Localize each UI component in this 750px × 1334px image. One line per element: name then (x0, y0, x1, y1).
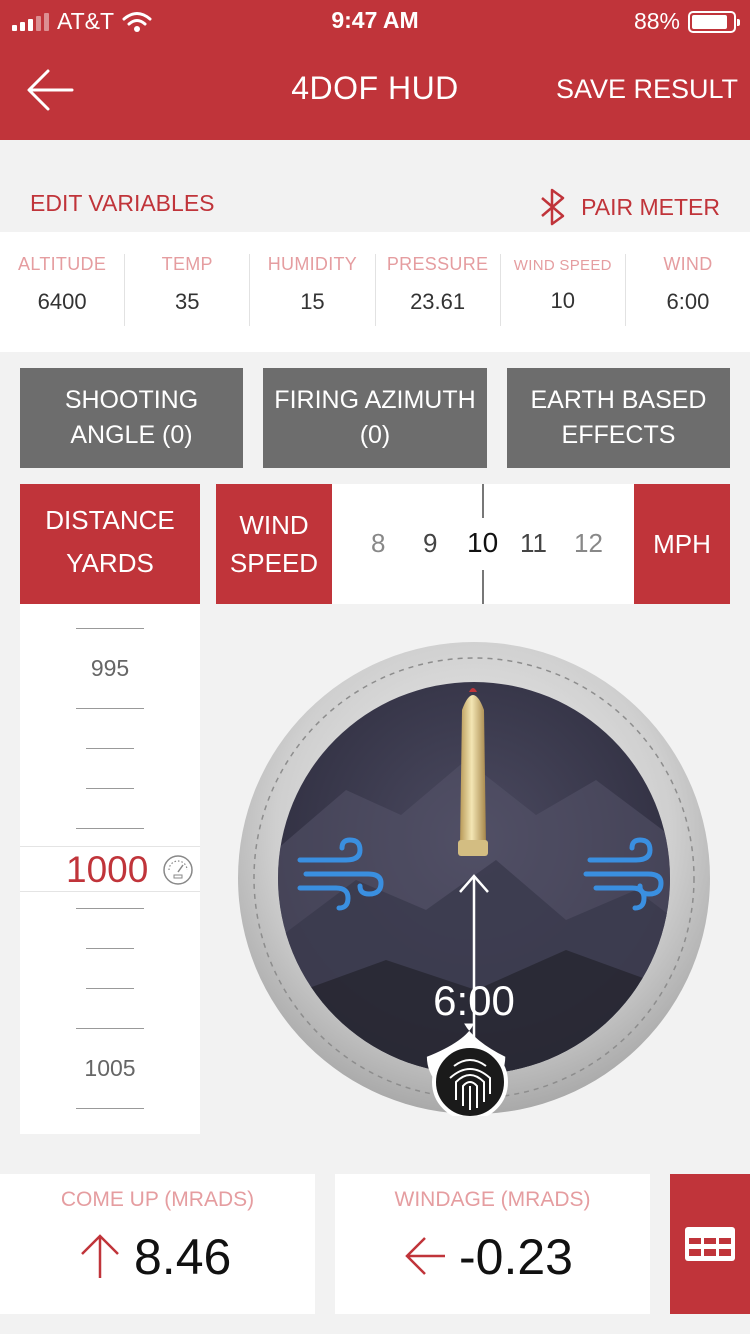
wind-speed-picker[interactable]: 8 9 10 11 12 (332, 484, 634, 604)
wind-option-selected[interactable]: 10 (467, 527, 498, 559)
distance-selected-row[interactable]: 1000 (20, 846, 200, 892)
env-value: 23.61 (410, 289, 466, 314)
picker-indicator (482, 570, 484, 604)
button-label-line: SHOOTING (64, 386, 199, 414)
env-humidity[interactable]: HUMIDITY 15 (250, 254, 376, 326)
env-value: 6:00 (666, 289, 710, 314)
distance-label-line: YARDS (66, 548, 154, 578)
save-result-button[interactable]: SAVE RESULT (556, 74, 738, 105)
edit-bar: EDIT VARIABLES PAIR METER (0, 160, 750, 232)
wind-speed-label: WIND SPEED (216, 484, 332, 604)
wind-clock-dial[interactable]: 6:00 (236, 640, 712, 1116)
wind-option[interactable]: 11 (520, 528, 547, 559)
pair-meter-label: PAIR METER (581, 193, 720, 220)
button-label-line: EARTH BASED (530, 386, 707, 414)
env-label: HUMIDITY (267, 254, 358, 274)
picker-tick (86, 948, 134, 949)
picker-tick (76, 908, 144, 909)
distance-current-value: 1000 (66, 849, 149, 890)
pair-meter-button[interactable]: PAIR METER (537, 188, 720, 226)
battery-status: 88% (633, 8, 740, 35)
distance-option[interactable]: 1005 (20, 1055, 200, 1082)
windage-label: WINDAGE (MRADS) (394, 1188, 591, 1211)
picker-tick (76, 1108, 144, 1109)
wind-unit-button[interactable]: MPH (634, 484, 730, 604)
env-value: 35 (175, 289, 200, 314)
environment-panel: ALTITUDE 6400 TEMP 35 HUMIDITY 15 PRESSU… (0, 232, 750, 352)
button-label-line: (0) (359, 421, 391, 449)
env-value: 15 (300, 289, 325, 314)
env-label: WIND (663, 254, 713, 274)
shooting-angle-button[interactable]: SHOOTING ANGLE (0) (20, 368, 243, 468)
edit-variables-button[interactable]: EDIT VARIABLES (30, 190, 215, 217)
env-altitude[interactable]: ALTITUDE 6400 (0, 254, 126, 326)
table-icon (685, 1227, 735, 1261)
distance-option[interactable]: 995 (20, 655, 200, 682)
distance-picker[interactable]: 995 1000 1005 (20, 604, 200, 1134)
come-up-label: COME UP (MRADS) (60, 1188, 255, 1211)
env-wind-speed[interactable]: WIND SPEED 10 (501, 254, 626, 326)
picker-tick (86, 788, 134, 789)
gauge-icon[interactable] (162, 854, 194, 886)
env-label: PRESSURE (386, 254, 489, 274)
env-value: 10 (550, 288, 576, 313)
app-header: AT&T 9:47 AM 88% 4DOF HUD SAVE RESULT (0, 0, 750, 140)
windage-panel: WINDAGE (MRADS) -0.23 (335, 1174, 650, 1314)
wind-clock-value: 6:00 (433, 977, 515, 1024)
arrow-left-icon (405, 1237, 445, 1275)
env-pressure[interactable]: PRESSURE 23.61 (376, 254, 501, 326)
picker-tick (76, 1028, 144, 1029)
env-label: WIND SPEED (513, 257, 612, 274)
picker-tick (76, 628, 144, 629)
env-wind[interactable]: WIND 6:00 (626, 254, 750, 326)
arrow-up-icon (81, 1234, 119, 1278)
table-button[interactable] (670, 1174, 750, 1314)
picker-tick (86, 748, 134, 749)
wind-option[interactable]: 9 (423, 528, 437, 559)
picker-tick (76, 828, 144, 829)
env-value: 6400 (37, 289, 87, 314)
battery-icon (688, 10, 740, 33)
firing-azimuth-button[interactable]: FIRING AZIMUTH (0) (263, 368, 487, 468)
distance-label-line: DISTANCE (45, 505, 175, 535)
wind-option[interactable]: 12 (574, 528, 603, 559)
button-label-line: FIRING AZIMUTH (274, 386, 476, 414)
windage-value: -0.23 (459, 1229, 573, 1285)
earth-effects-button[interactable]: EARTH BASED EFFECTS (507, 368, 730, 468)
button-label-line: ANGLE (0) (70, 421, 193, 449)
wind-label-line: WIND (239, 510, 309, 540)
picker-tick (86, 988, 134, 989)
wind-option[interactable]: 8 (371, 528, 385, 559)
env-label: ALTITUDE (18, 254, 107, 274)
distance-label: DISTANCE YARDS (20, 484, 200, 604)
env-temp[interactable]: TEMP 35 (125, 254, 251, 326)
battery-percent: 88% (633, 8, 680, 34)
come-up-value: 8.46 (134, 1229, 232, 1285)
status-bar: AT&T 9:47 AM 88% (0, 0, 750, 40)
picker-tick (76, 708, 144, 709)
come-up-panel: COME UP (MRADS) 8.46 (0, 1174, 315, 1314)
bluetooth-icon (541, 188, 565, 226)
picker-indicator (482, 484, 484, 518)
env-label: TEMP (161, 254, 213, 274)
button-label-line: EFFECTS (561, 421, 676, 449)
wind-label-line: SPEED (229, 548, 319, 578)
bullet-icon (458, 688, 488, 856)
